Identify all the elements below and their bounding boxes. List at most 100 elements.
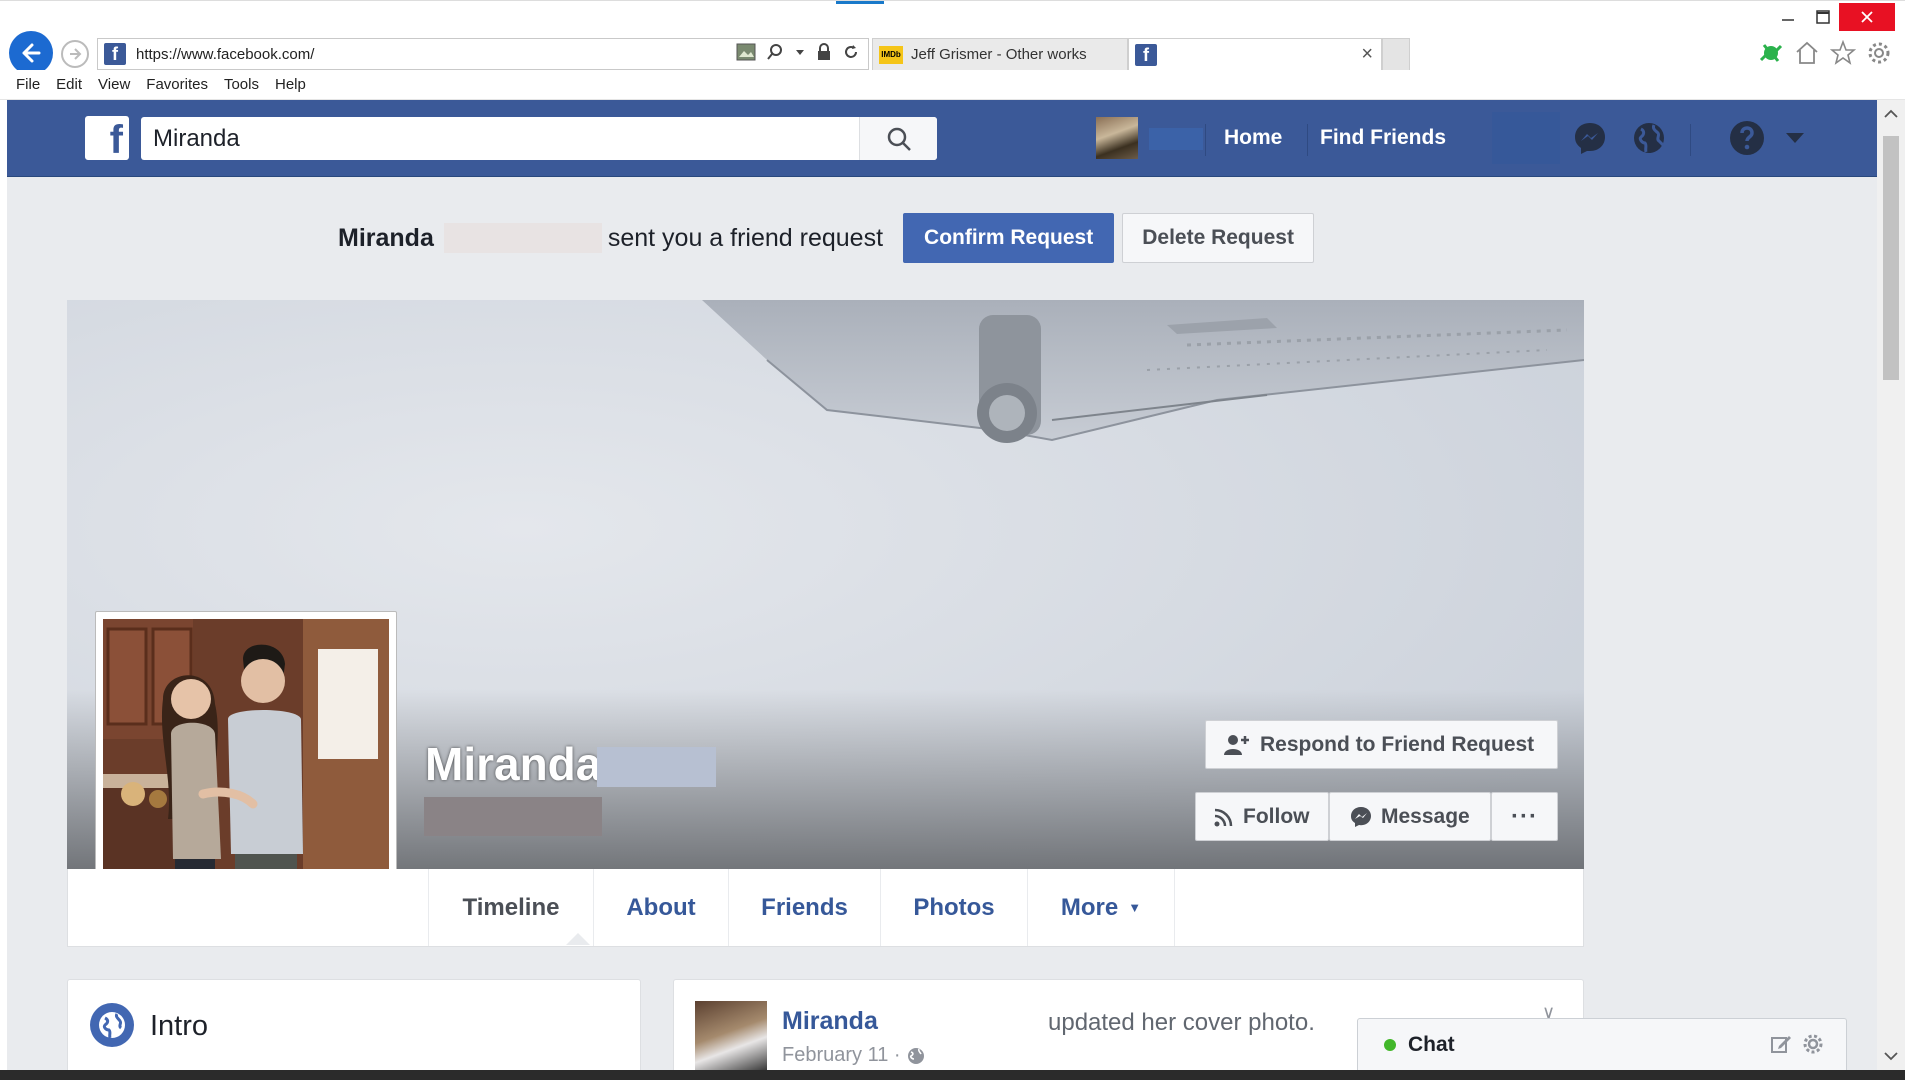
messenger-icon[interactable] [1570,118,1610,158]
tab-facebook[interactable]: f × [1128,38,1382,71]
rss-follow-icon [1214,808,1233,826]
redacted-profile-name[interactable] [1149,128,1203,150]
intro-title: Intro [150,1010,209,1042]
nav-divider [1205,124,1206,156]
tab-more-label: More [1060,893,1119,921]
tab-about[interactable]: About [593,869,728,946]
help-icon[interactable] [1727,118,1767,158]
facebook-favicon: f [104,43,126,65]
tab-label: Jeff Grismer - Other works [911,46,1087,63]
tab-imdb[interactable]: IMDb Jeff Grismer - Other works [872,38,1128,71]
messenger-icon [1351,806,1371,827]
new-tab-button[interactable] [1382,38,1410,71]
nav-find-friends[interactable]: Find Friends [1320,126,1446,150]
account-menu-chevron-icon[interactable] [1775,118,1815,158]
tab-friends[interactable]: Friends [728,869,880,946]
forward-arrow-icon [70,48,82,60]
home-icon[interactable] [1794,40,1820,66]
follow-button[interactable]: Follow [1195,792,1329,841]
post-action-text: updated her cover photo. [1048,1009,1315,1036]
imdb-icon: IMDb [879,45,903,64]
globe-icon [90,1003,134,1047]
menu-favorites[interactable]: Favorites [146,76,208,93]
online-status-icon [1384,1038,1396,1051]
request-message: sent you a friend request [607,223,884,252]
settings-gear-icon[interactable] [1866,40,1892,66]
chat-bar[interactable]: Chat [1357,1018,1847,1070]
page-scrollbar[interactable] [1877,100,1905,1070]
address-url[interactable]: https://www.facebook.com/ [136,46,314,63]
message-button[interactable]: Message [1329,792,1491,841]
facebook-favicon: f [1135,43,1157,66]
forward-button[interactable] [61,40,89,68]
respond-to-friend-request-button[interactable]: Respond to Friend Request [1205,720,1558,769]
back-arrow-icon [22,43,41,63]
confirm-request-button[interactable]: Confirm Request [903,213,1115,263]
favorites-star-icon[interactable] [1830,40,1856,66]
dropdown-arrow-icon[interactable] [794,46,806,58]
scroll-thumb[interactable] [1883,136,1899,380]
tab-close-icon[interactable]: × [1361,43,1373,66]
search-icon[interactable] [766,43,784,61]
more-options-button[interactable]: ··· [1491,792,1558,841]
nav-home[interactable]: Home [1224,126,1282,150]
chevron-down-icon: ▼ [1128,900,1142,915]
redacted-last-name [597,747,716,787]
nav-divider [1307,124,1308,156]
tab-more[interactable]: More ▼ [1027,869,1175,946]
active-tab-accent [836,1,884,4]
nav-divider [1690,124,1691,156]
scroll-up-icon[interactable] [1877,100,1905,128]
follow-label: Follow [1243,804,1310,828]
menu-file[interactable]: File [16,76,40,93]
profile-tabs: Timeline About Friends Photos More ▼ [67,869,1584,947]
tab-timeline-label: Timeline [462,893,560,921]
chat-label: Chat [1408,1032,1455,1056]
notifications-globe-icon[interactable] [1629,118,1669,158]
add-friend-icon [1224,734,1249,755]
profile-picture[interactable] [103,619,389,909]
tab-photos-label: Photos [913,893,995,921]
menu-help[interactable]: Help [275,76,306,93]
compose-icon[interactable] [1770,1033,1792,1055]
tab-photos[interactable]: Photos [880,869,1027,946]
refresh-icon[interactable] [842,43,860,61]
requester-name[interactable]: Miranda [338,224,434,253]
close-window-button[interactable] [1839,3,1895,31]
facebook-logo[interactable]: f [85,116,129,160]
avatar[interactable] [695,1001,767,1070]
profile-name[interactable]: Miranda [425,737,601,791]
chat-settings-gear-icon[interactable] [1802,1033,1824,1055]
menu-edit[interactable]: Edit [56,76,82,93]
address-bar[interactable]: f https://www.facebook.com/ [97,38,869,70]
redacted-last-name [443,223,602,253]
couple-photo [103,619,389,909]
public-globe-icon [907,1047,924,1064]
post-date[interactable]: February 11 · [782,1044,901,1067]
active-tab-indicator [566,933,590,945]
search-icon [887,127,911,151]
respond-label: Respond to Friend Request [1260,732,1535,756]
search-value[interactable]: Miranda [153,125,859,153]
compatibility-view-icon[interactable] [736,43,756,61]
taskbar-edge [0,1070,1905,1080]
lock-icon[interactable] [816,43,832,61]
post-author[interactable]: Miranda [782,1007,878,1036]
avatar[interactable] [1096,117,1138,159]
search-input[interactable]: Miranda [141,117,937,160]
delete-request-button[interactable]: Delete Request [1122,213,1314,263]
extension-icon[interactable] [1758,40,1784,66]
menu-tools[interactable]: Tools [224,76,259,93]
scroll-down-icon[interactable] [1877,1042,1905,1070]
tab-about-label: About [626,893,696,921]
intro-card: Intro [67,979,641,1080]
back-button[interactable] [9,31,53,75]
search-button[interactable] [859,117,937,160]
redacted-subtitle [424,797,602,836]
friend-requests-button[interactable] [1492,112,1560,164]
tab-friends-label: Friends [761,893,848,921]
message-label: Message [1381,804,1470,828]
menu-view[interactable]: View [98,76,130,93]
facebook-header: f Miranda Home Find Friends [7,100,1877,177]
menu-bar: File Edit View Favorites Tools Help [0,70,1905,100]
